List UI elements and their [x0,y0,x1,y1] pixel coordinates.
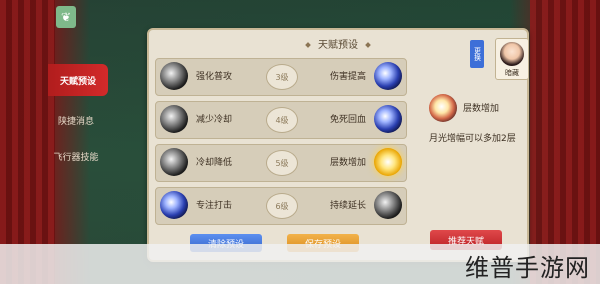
blue-orb-icon[interactable] [374,62,402,90]
nav-item-messages[interactable]: 陕捷消息 [48,104,104,136]
right-curtain [530,0,600,284]
talent-row: 冷却降低 5级 层数增加 [155,144,407,182]
nav-item-talent-preset[interactable]: 天赋预设 [48,64,108,96]
talent-level-badge: 4级 [266,107,298,133]
talent-row: 专注打击 6级 持续延长 [155,187,407,225]
dark-orb-icon[interactable] [160,62,188,90]
selected-talent-name: 层数增加 [463,104,500,114]
talent-left-name: 冷却降低 [196,158,233,168]
switch-character-button[interactable]: 更换 [470,40,484,68]
character-portrait[interactable]: 暗藏 [495,38,529,80]
dark-orb-icon[interactable] [160,105,188,133]
talent-right-name: 免死回血 [329,115,366,125]
gold-orb-icon[interactable] [374,148,402,176]
watermark-text: 维普手游网 [465,254,590,282]
dark-orb-icon[interactable] [160,148,188,176]
talent-left-name: 专注打击 [196,201,233,211]
talent-left-name: 强化普攻 [196,72,233,82]
avatar [500,42,524,66]
leaf-icon[interactable]: ❦ [56,6,76,28]
selected-talent-icon [429,94,457,122]
talent-right-name: 层数增加 [329,158,366,168]
left-curtain [0,0,55,284]
nav-item-aircraft-skills[interactable]: 飞行器技能 [48,140,104,172]
talent-row: 强化普攻 3级 伤害提高 [155,58,407,96]
selected-talent-description: 月光增幅可以多加2层 [429,134,516,144]
talent-level-badge: 6级 [266,193,298,219]
blue-orb-icon[interactable] [160,191,188,219]
talent-rows: 强化普攻 3级 伤害提高 减少冷却 4级 免死回血 冷却降低 5级 层数增加 专… [155,58,407,230]
talent-right-name: 持续延长 [329,201,366,211]
dark-orb-icon[interactable] [374,191,402,219]
talent-left-name: 减少冷却 [196,115,233,125]
talent-right-name: 伤害提高 [329,72,366,82]
talent-row: 减少冷却 4级 免死回血 [155,101,407,139]
talent-level-badge: 5级 [266,150,298,176]
character-name: 暗藏 [505,69,519,77]
blue-orb-icon[interactable] [374,105,402,133]
talent-level-badge: 3级 [266,64,298,90]
side-nav: 天赋预设 陕捷消息 飞行器技能 [48,42,108,242]
